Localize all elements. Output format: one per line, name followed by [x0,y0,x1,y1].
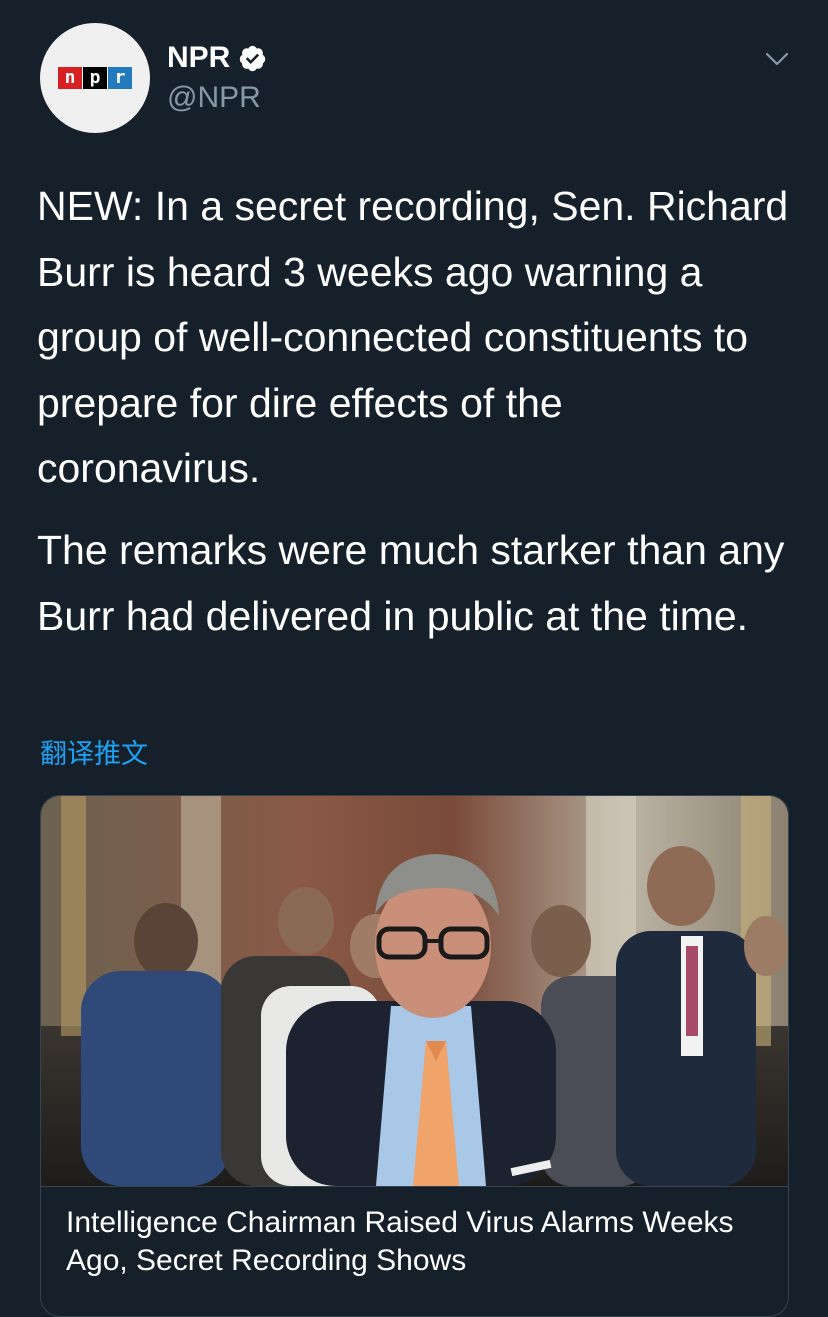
tweet-text-paragraph-1: NEW: In a secret recording, Sen. Richard… [37,183,789,491]
tweet: n p r NPR @NPR NEW: In a secret recordin… [0,0,828,1317]
avatar[interactable]: n p r [40,23,150,133]
chevron-down-icon[interactable] [762,44,792,74]
card-title: Intelligence Chairman Raised Virus Alarm… [66,1206,734,1277]
tweet-text-paragraph-2: The remarks were much starker than any B… [37,527,785,639]
npr-logo-n: n [58,67,83,89]
npr-logo: n p r [58,67,132,89]
npr-logo-r: r [108,67,132,89]
card-image [41,796,788,1186]
link-card[interactable]: Intelligence Chairman Raised Virus Alarm… [40,795,789,1317]
verified-badge-icon [240,45,266,71]
npr-logo-p: p [83,67,108,89]
author-name-row: NPR [167,40,267,76]
card-divider [41,1186,788,1187]
handle[interactable]: @NPR [167,80,261,116]
display-name[interactable]: NPR [167,40,230,76]
translate-tweet-link[interactable]: 翻译推文 [40,736,148,772]
